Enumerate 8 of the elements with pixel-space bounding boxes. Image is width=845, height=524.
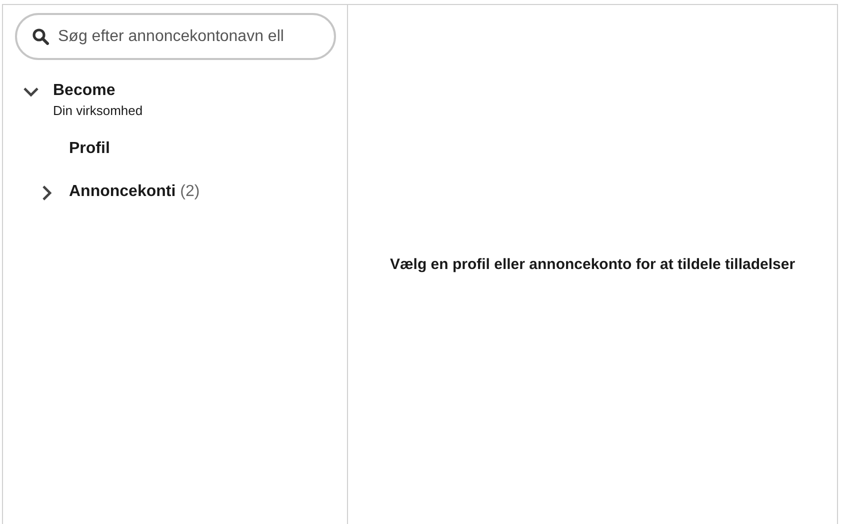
tree-item-subtitle: Din virksomhed: [53, 102, 143, 120]
tree-item-label[interactable]: Profil: [69, 140, 110, 157]
tree-item-label[interactable]: Become: [53, 82, 116, 99]
tree-item-label[interactable]: Annoncekonti: [69, 183, 176, 200]
item-count: (2): [180, 183, 200, 200]
empty-state-message: Vælg en profil eller annoncekonto for at tildele tilladelser: [390, 256, 796, 273]
search-field[interactable]: Søg efter annoncekontonavn ell: [15, 13, 336, 60]
search-icon: [32, 28, 49, 45]
